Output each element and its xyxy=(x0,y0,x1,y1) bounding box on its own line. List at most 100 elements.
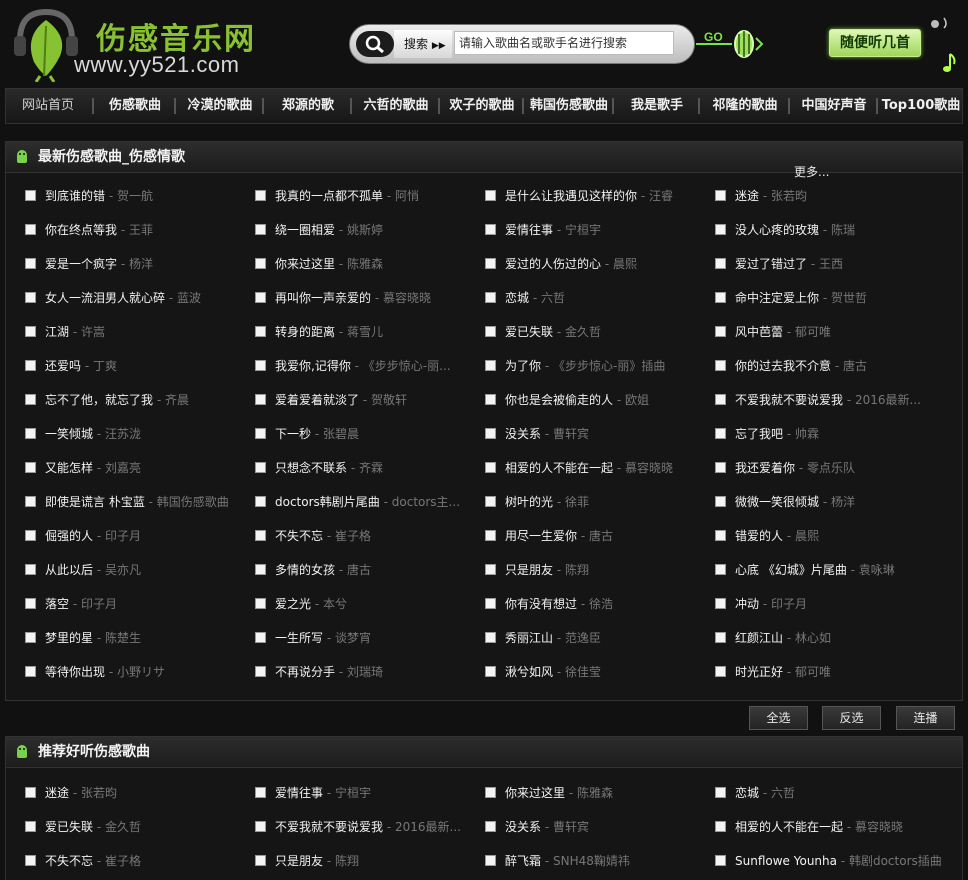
nav-item-7[interactable]: 韩国伤感歌曲 xyxy=(524,89,614,123)
song-link[interactable]: 爱情往事 - 宁桓宇 xyxy=(505,220,601,240)
song-checkbox[interactable] xyxy=(485,360,496,371)
song-checkbox[interactable] xyxy=(715,258,726,269)
invert-selection-button[interactable]: 反选 xyxy=(822,706,881,730)
song-checkbox[interactable] xyxy=(255,632,266,643)
song-checkbox[interactable] xyxy=(715,292,726,303)
song-checkbox[interactable] xyxy=(25,428,36,439)
song-link[interactable]: 女人一流泪男人就心碎 - 蓝波 xyxy=(45,288,201,308)
song-link[interactable]: 即使是谎言 朴宝蓝 - 韩国伤感歌曲 xyxy=(45,492,229,512)
song-checkbox[interactable] xyxy=(485,326,496,337)
song-checkbox[interactable] xyxy=(25,326,36,337)
song-link[interactable]: 心底 《幻城》片尾曲 - 袁咏琳 xyxy=(735,560,895,580)
song-checkbox[interactable] xyxy=(715,855,726,866)
nav-item-6[interactable]: 欢子的歌曲 xyxy=(440,89,524,123)
song-checkbox[interactable] xyxy=(715,564,726,575)
song-link[interactable]: 没关系 - 曹轩宾 xyxy=(505,424,589,444)
song-link[interactable]: 是什么让我遇见这样的你 - 汪睿 xyxy=(505,186,673,206)
song-link[interactable]: 迷途 - 张若昀 xyxy=(735,186,807,206)
song-checkbox[interactable] xyxy=(255,855,266,866)
song-link[interactable]: 你有没有想过 - 徐浩 xyxy=(505,594,613,614)
song-checkbox[interactable] xyxy=(25,787,36,798)
song-checkbox[interactable] xyxy=(25,224,36,235)
song-link[interactable]: 落空 - 印子月 xyxy=(45,594,117,614)
song-link[interactable]: 我还爱着你 - 零点乐队 xyxy=(735,458,855,478)
song-link[interactable]: 不失不忘 - 崔子格 xyxy=(45,851,141,871)
song-link[interactable]: 一生所写 - 谈梦宵 xyxy=(275,628,371,648)
song-link[interactable]: 再叫你一声亲爱的 - 慕容晓晓 xyxy=(275,288,431,308)
song-checkbox[interactable] xyxy=(715,598,726,609)
song-checkbox[interactable] xyxy=(25,496,36,507)
select-all-button[interactable]: 全选 xyxy=(749,706,808,730)
song-checkbox[interactable] xyxy=(715,632,726,643)
song-checkbox[interactable] xyxy=(25,564,36,575)
song-link[interactable]: 下一秒 - 张碧晨 xyxy=(275,424,359,444)
song-checkbox[interactable] xyxy=(485,258,496,269)
song-link[interactable]: 醉飞霜 - SNH48鞠婧祎 xyxy=(505,851,630,871)
song-checkbox[interactable] xyxy=(25,258,36,269)
song-link[interactable]: 我真的一点都不孤单 - 阿悄 xyxy=(275,186,419,206)
song-checkbox[interactable] xyxy=(25,394,36,405)
song-link[interactable]: 你在终点等我 - 王菲 xyxy=(45,220,153,240)
song-checkbox[interactable] xyxy=(25,462,36,473)
song-link[interactable]: 你也是会被偷走的人 - 欧姐 xyxy=(505,390,649,410)
song-checkbox[interactable] xyxy=(485,496,496,507)
song-checkbox[interactable] xyxy=(255,326,266,337)
song-link[interactable]: 风中芭蕾 - 郁可唯 xyxy=(735,322,831,342)
nav-item-10[interactable]: 中国好声音 xyxy=(790,89,878,123)
song-checkbox[interactable] xyxy=(25,530,36,541)
song-link[interactable]: 恋城 - 六哲 xyxy=(735,783,795,803)
song-link[interactable]: 不爱我就不要说爱我 - 2016最新... xyxy=(735,390,921,410)
song-checkbox[interactable] xyxy=(255,564,266,575)
song-checkbox[interactable] xyxy=(715,394,726,405)
song-link[interactable]: 错爱的人 - 晨熙 xyxy=(735,526,819,546)
song-link[interactable]: 倔强的人 - 印子月 xyxy=(45,526,141,546)
song-link[interactable]: 江湖 - 许嵩 xyxy=(45,322,105,342)
nav-item-8[interactable]: 我是歌手 xyxy=(614,89,700,123)
song-link[interactable]: 爱着爱着就淡了 - 贺敬轩 xyxy=(275,390,407,410)
song-link[interactable]: 不爱我就不要说爱我 - 2016最新... xyxy=(275,817,461,837)
song-checkbox[interactable] xyxy=(485,666,496,677)
nav-item-4[interactable]: 郑源的歌 xyxy=(264,89,352,123)
song-checkbox[interactable] xyxy=(25,360,36,371)
song-link[interactable]: 恋城 - 六哲 xyxy=(505,288,565,308)
song-checkbox[interactable] xyxy=(255,360,266,371)
song-checkbox[interactable] xyxy=(715,530,726,541)
song-link[interactable]: 转身的距离 - 蒋雪儿 xyxy=(275,322,383,342)
song-checkbox[interactable] xyxy=(485,462,496,473)
song-link[interactable]: 湫兮如风 - 徐佳莹 xyxy=(505,662,601,682)
song-checkbox[interactable] xyxy=(255,258,266,269)
song-link[interactable]: 多情的女孩 - 唐古 xyxy=(275,560,371,580)
song-checkbox[interactable] xyxy=(715,821,726,832)
song-link[interactable]: 忘了我吧 - 帅霖 xyxy=(735,424,819,444)
song-link[interactable]: 还爱吗 - 丁爽 xyxy=(45,356,117,376)
song-checkbox[interactable] xyxy=(255,787,266,798)
more-link[interactable]: 更多... xyxy=(794,163,829,180)
song-checkbox[interactable] xyxy=(255,530,266,541)
song-link[interactable]: 冲动 - 印子月 xyxy=(735,594,807,614)
song-checkbox[interactable] xyxy=(255,224,266,235)
song-checkbox[interactable] xyxy=(255,428,266,439)
song-checkbox[interactable] xyxy=(255,292,266,303)
song-link[interactable]: 梦里的星 - 陈楚生 xyxy=(45,628,141,648)
song-checkbox[interactable] xyxy=(255,190,266,201)
song-link[interactable]: 爱已失联 - 金久哲 xyxy=(45,817,141,837)
song-link[interactable]: 时光正好 - 郁可唯 xyxy=(735,662,831,682)
song-link[interactable]: doctors韩剧片尾曲 - doctors主... xyxy=(275,492,460,512)
song-link[interactable]: 没人心疼的玫瑰 - 陈瑞 xyxy=(735,220,855,240)
song-checkbox[interactable] xyxy=(25,292,36,303)
song-link[interactable]: 只是朋友 - 陈翔 xyxy=(275,851,359,871)
song-link[interactable]: 不再说分手 - 刘瑞琦 xyxy=(275,662,383,682)
song-link[interactable]: 你来过这里 - 陈雅森 xyxy=(275,254,383,274)
song-checkbox[interactable] xyxy=(715,360,726,371)
song-link[interactable]: 到底谁的错 - 贺一航 xyxy=(45,186,153,206)
song-checkbox[interactable] xyxy=(485,564,496,575)
song-link[interactable]: 用尽一生爱你 - 唐古 xyxy=(505,526,613,546)
song-link[interactable]: 忘不了他，就忘了我 - 齐晨 xyxy=(45,390,189,410)
song-link[interactable]: 相爱的人不能在一起 - 慕容晓晓 xyxy=(505,458,673,478)
song-checkbox[interactable] xyxy=(485,224,496,235)
song-link[interactable]: 爱是一个疯字 - 杨洋 xyxy=(45,254,153,274)
song-link[interactable]: 从此以后 - 吴亦凡 xyxy=(45,560,141,580)
song-checkbox[interactable] xyxy=(25,821,36,832)
song-link[interactable]: 爱已失联 - 金久哲 xyxy=(505,322,601,342)
random-play-button[interactable]: 随便听几首 xyxy=(829,29,921,57)
